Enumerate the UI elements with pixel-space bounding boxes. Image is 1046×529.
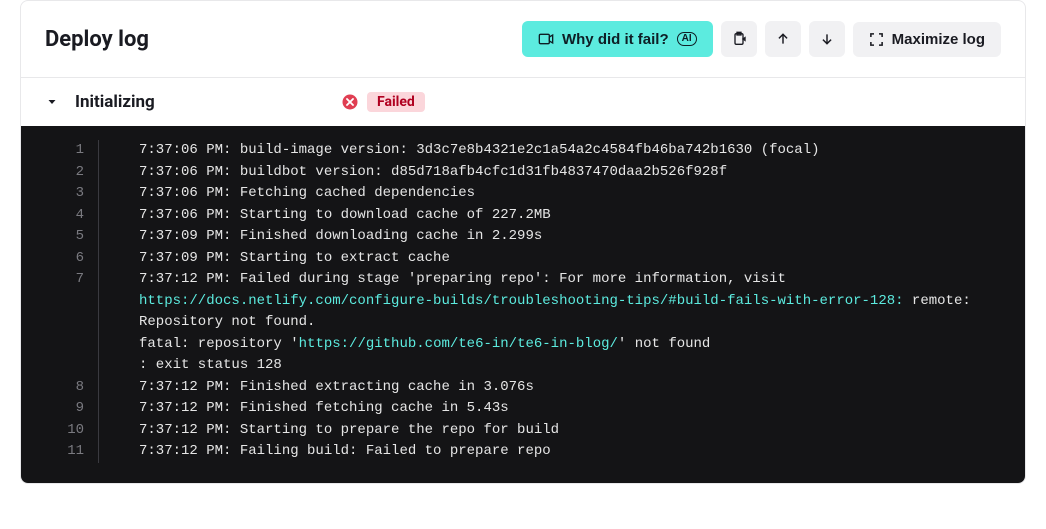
arrow-up-icon xyxy=(776,32,790,46)
log-line-content: 7:37:06 PM: buildbot version: d85d718afb… xyxy=(99,162,1025,184)
log-line-content: 7:37:06 PM: Starting to download cache o… xyxy=(99,205,1025,227)
log-line-content: 7:37:06 PM: Fetching cached dependencies xyxy=(99,183,1025,205)
log-line-content: 7:37:12 PM: Starting to prepare the repo… xyxy=(99,420,1025,442)
scroll-up-button[interactable] xyxy=(765,21,801,57)
status-group: Failed xyxy=(341,92,425,112)
log-line-content: 7:37:09 PM: Starting to extract cache xyxy=(99,248,1025,270)
log-row: 77:37:12 PM: Failed during stage 'prepar… xyxy=(21,269,1025,377)
log-row: 117:37:12 PM: Failing build: Failed to p… xyxy=(21,441,1025,463)
line-number: 6 xyxy=(21,248,99,270)
log-row: 47:37:06 PM: Starting to download cache … xyxy=(21,205,1025,227)
log-row: 27:37:06 PM: buildbot version: d85d718af… xyxy=(21,162,1025,184)
why-fail-label: Why did it fail? xyxy=(562,32,669,47)
line-number: 9 xyxy=(21,398,99,420)
log-link[interactable]: https://github.com/te6-in/te6-in-blog/ xyxy=(299,336,618,352)
arrow-down-icon xyxy=(820,32,834,46)
log-line-content: 7:37:12 PM: Failing build: Failed to pre… xyxy=(99,441,1025,463)
status-badge: Failed xyxy=(367,92,425,112)
log-line-content: 7:37:06 PM: build-image version: 3d3c7e8… xyxy=(99,140,1025,162)
log-line-content: 7:37:12 PM: Finished fetching cache in 5… xyxy=(99,398,1025,420)
maximize-label: Maximize log xyxy=(892,32,985,47)
log-line-content: 7:37:12 PM: Failed during stage 'prepari… xyxy=(99,269,1025,377)
line-number: 5 xyxy=(21,226,99,248)
deploy-log-card: Deploy log Why did it fail? AI xyxy=(20,0,1026,484)
clipboard-icon xyxy=(731,31,747,47)
log-row: 57:37:09 PM: Finished downloading cache … xyxy=(21,226,1025,248)
page-title: Deploy log xyxy=(45,27,149,52)
log-link[interactable]: https://docs.netlify.com/configure-build… xyxy=(139,293,904,309)
maximize-button[interactable]: Maximize log xyxy=(853,22,1001,57)
chevron-down-icon xyxy=(45,95,59,109)
line-number: 2 xyxy=(21,162,99,184)
ai-badge: AI xyxy=(677,32,697,46)
line-number: 4 xyxy=(21,205,99,227)
why-fail-button[interactable]: Why did it fail? AI xyxy=(522,21,713,57)
log-line-content: 7:37:09 PM: Finished downloading cache i… xyxy=(99,226,1025,248)
camera-icon xyxy=(538,31,554,47)
copy-button[interactable] xyxy=(721,21,757,57)
scroll-down-button[interactable] xyxy=(809,21,845,57)
section-header[interactable]: Initializing Failed xyxy=(21,78,1025,126)
log-row: 37:37:06 PM: Fetching cached dependencie… xyxy=(21,183,1025,205)
line-number: 10 xyxy=(21,420,99,442)
log-row: 107:37:12 PM: Starting to prepare the re… xyxy=(21,420,1025,442)
error-icon xyxy=(341,93,359,111)
line-number: 7 xyxy=(21,269,99,377)
line-number: 3 xyxy=(21,183,99,205)
log-row: 87:37:12 PM: Finished extracting cache i… xyxy=(21,377,1025,399)
log-row: 97:37:12 PM: Finished fetching cache in … xyxy=(21,398,1025,420)
log-output: 17:37:06 PM: build-image version: 3d3c7e… xyxy=(21,126,1025,483)
log-row: 67:37:09 PM: Starting to extract cache xyxy=(21,248,1025,270)
header-actions: Why did it fail? AI xyxy=(522,21,1001,57)
line-number: 8 xyxy=(21,377,99,399)
section-title: Initializing xyxy=(75,92,325,112)
maximize-icon xyxy=(869,32,884,47)
line-number: 1 xyxy=(21,140,99,162)
log-line-content: 7:37:12 PM: Finished extracting cache in… xyxy=(99,377,1025,399)
log-row: 17:37:06 PM: build-image version: 3d3c7e… xyxy=(21,140,1025,162)
card-header: Deploy log Why did it fail? AI xyxy=(21,1,1025,78)
line-number: 11 xyxy=(21,441,99,463)
